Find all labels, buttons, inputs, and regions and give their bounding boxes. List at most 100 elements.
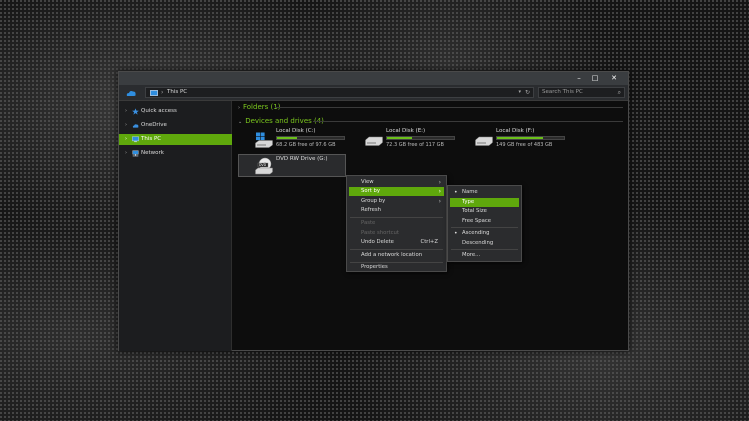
collapse-arrow-icon[interactable]: ⌄: [238, 119, 242, 125]
sidebar-item-this-pc[interactable]: › This PC: [119, 134, 232, 145]
menu-item-label: Properties: [361, 264, 388, 270]
menu-separator: [350, 217, 443, 218]
group-divider: [313, 121, 623, 122]
menu-item-properties[interactable]: Properties: [349, 263, 444, 272]
menu-item-label: Undo Delete: [361, 239, 394, 245]
sort-option-free-space[interactable]: Free Space: [450, 217, 519, 226]
sort-option-total-size[interactable]: Total Size: [450, 207, 519, 216]
submenu-arrow-icon: ›: [438, 179, 441, 186]
network-icon: [132, 150, 139, 157]
sidebar-item-label: Network: [141, 150, 164, 156]
sort-option-more[interactable]: More...: [450, 251, 519, 260]
search-icon[interactable]: ⌕: [618, 88, 621, 97]
menu-item-label: Ascending: [462, 230, 490, 236]
star-icon: [132, 108, 139, 115]
sidebar-item-label: Quick access: [141, 108, 177, 114]
hard-drive-icon: [475, 136, 493, 146]
drive-name: Local Disk (C:): [276, 128, 316, 134]
group-divider: [275, 107, 623, 108]
sort-option-ascending[interactable]: • Ascending: [450, 229, 519, 238]
menu-item-label: More...: [462, 252, 481, 258]
menu-item-label: Paste shortcut: [361, 230, 399, 236]
drive-free-space: 72.3 GB free of 117 GB: [386, 142, 444, 148]
sort-option-type[interactable]: Type: [450, 198, 519, 207]
drive-f[interactable]: Local Disk (F:) 149 GB free of 483 GB: [475, 128, 575, 154]
chevron-down-icon[interactable]: ▾: [518, 88, 521, 97]
sidebar-item-quick-access[interactable]: › Quick access: [119, 106, 232, 117]
address-input[interactable]: › This PC ▾ ↻: [145, 87, 534, 98]
cloud-nav-icon[interactable]: [125, 88, 137, 98]
expand-arrow-icon[interactable]: ›: [238, 105, 240, 111]
menu-item-refresh[interactable]: Refresh: [349, 206, 444, 215]
sidebar-item-network[interactable]: › Network: [119, 148, 232, 159]
address-bar: › This PC ▾ ↻ Search This PC ⌕: [119, 85, 628, 101]
menu-item-label: Add a network location: [361, 252, 423, 258]
context-menu: View › Sort by › Group by › Refresh Past…: [346, 175, 447, 272]
menu-item-label: View: [361, 179, 374, 185]
windows-drive-icon: [255, 132, 273, 148]
drive-c[interactable]: Local Disk (C:) 68.2 GB free of 97.6 GB: [255, 128, 355, 154]
sort-option-name[interactable]: • Name: [450, 188, 519, 197]
refresh-icon[interactable]: ↻: [525, 88, 530, 97]
expand-arrow-icon[interactable]: ›: [125, 148, 127, 159]
drive-usage-fill: [387, 137, 413, 139]
search-placeholder: Search This PC: [542, 89, 583, 95]
dvd-drive-icon: DVD: [255, 157, 273, 175]
address-path[interactable]: This PC: [167, 88, 187, 97]
radio-dot-icon: •: [454, 230, 458, 237]
drive-e[interactable]: Local Disk (E:) 72.3 GB free of 117 GB: [365, 128, 465, 154]
hard-drive-icon: [365, 136, 383, 146]
chevron-right-icon[interactable]: ›: [161, 88, 163, 97]
menu-item-label: Refresh: [361, 207, 382, 213]
submenu-arrow-icon: ›: [438, 188, 441, 195]
drive-usage-fill: [277, 137, 298, 139]
menu-item-label: Paste: [361, 220, 376, 226]
menu-item-view[interactable]: View ›: [349, 178, 444, 187]
menu-item-undo-delete[interactable]: Undo Delete Ctrl+Z: [349, 238, 444, 247]
menu-item-paste-shortcut[interactable]: Paste shortcut: [349, 229, 444, 238]
sort-option-descending[interactable]: Descending: [450, 239, 519, 248]
menu-item-label: Descending: [462, 240, 494, 246]
drive-free-space: 68.2 GB free of 97.6 GB: [276, 142, 336, 148]
menu-item-sort-by[interactable]: Sort by ›: [349, 187, 444, 196]
drive-name: Local Disk (E:): [386, 128, 426, 134]
minimize-button[interactable]: –: [572, 74, 586, 83]
svg-text:DVD: DVD: [259, 163, 267, 167]
drive-usage-fill: [497, 137, 544, 139]
sidebar-item-label: OneDrive: [141, 122, 167, 128]
expand-arrow-icon[interactable]: ›: [125, 106, 127, 117]
drives-group-header[interactable]: ⌄ Devices and drives (4): [238, 116, 324, 127]
menu-item-label: Type: [462, 199, 475, 205]
search-input[interactable]: Search This PC ⌕: [538, 87, 625, 98]
radio-dot-icon: •: [454, 189, 458, 196]
computer-icon: [132, 136, 139, 143]
drive-free-space: 149 GB free of 483 GB: [496, 142, 553, 148]
title-bar[interactable]: – □ ✕: [119, 72, 628, 85]
sidebar-item-onedrive[interactable]: › OneDrive: [119, 120, 232, 131]
drive-usage-bar: [276, 136, 345, 140]
navigation-pane: › Quick access › OneDrive › This PC › Ne…: [119, 101, 232, 351]
menu-separator: [451, 249, 518, 250]
drive-usage-bar: [496, 136, 565, 140]
menu-item-paste[interactable]: Paste: [349, 219, 444, 228]
menu-item-label: Sort by: [361, 188, 381, 194]
menu-item-label: Group by: [361, 198, 386, 204]
drive-name: DVD RW Drive (G:): [276, 156, 328, 162]
expand-arrow-icon[interactable]: ›: [125, 134, 127, 145]
menu-item-label: Name: [462, 189, 478, 195]
expand-arrow-icon[interactable]: ›: [125, 120, 127, 131]
menu-item-group-by[interactable]: Group by ›: [349, 197, 444, 206]
cloud-icon: [132, 124, 139, 128]
menu-separator: [451, 227, 518, 228]
menu-item-add-network-location[interactable]: Add a network location: [349, 251, 444, 260]
menu-item-label: Total Size: [462, 208, 487, 214]
drive-name: Local Disk (F:): [496, 128, 535, 134]
sidebar-item-label: This PC: [141, 136, 162, 142]
drive-usage-bar: [386, 136, 455, 140]
drive-g[interactable]: DVD DVD RW Drive (G:): [238, 154, 346, 177]
sort-by-submenu: • Name Type Total Size Free Space • Asce…: [447, 185, 522, 262]
menu-item-label: Free Space: [462, 218, 492, 224]
close-button[interactable]: ✕: [607, 74, 621, 83]
maximize-button[interactable]: □: [588, 74, 602, 83]
menu-separator: [350, 249, 443, 250]
